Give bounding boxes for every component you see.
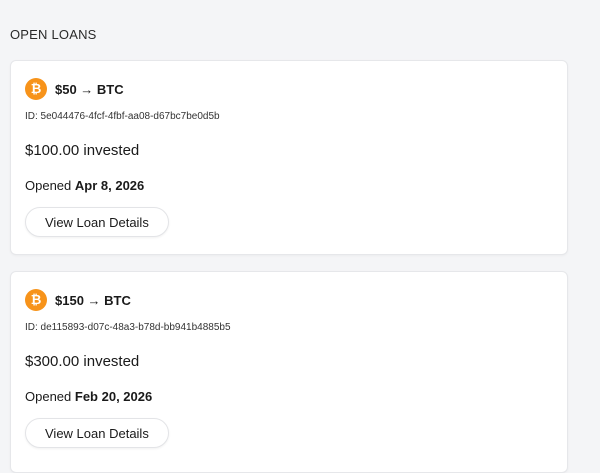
loan-amount-label: $50 → BTC xyxy=(55,81,124,97)
loan-header: ₿ $50 → BTC xyxy=(25,78,124,100)
loan-invested: $100.00 invested xyxy=(25,142,140,159)
loan-id: ID: 5e044476-4fcf-4fbf-aa08-d67bc7be0d5b xyxy=(25,111,220,122)
view-loan-details-button[interactable]: View Loan Details xyxy=(25,207,169,237)
opened-prefix: Opened xyxy=(25,389,72,404)
loan-card: ₿ $150 → BTC ID: de115893-d07c-48a3-b78d… xyxy=(10,271,568,473)
loan-invested: $300.00 invested xyxy=(25,353,140,370)
opened-date: Apr 8, 2026 xyxy=(74,178,145,193)
bitcoin-icon: ₿ xyxy=(25,78,47,100)
loan-id: ID: de115893-d07c-48a3-b78d-bb941b4885b5 xyxy=(25,322,231,333)
loan-card: ₿ $50 → BTC ID: 5e044476-4fcf-4fbf-aa08-… xyxy=(10,60,568,255)
loan-header: ₿ $150 → BTC xyxy=(25,289,131,311)
loan-opened: Opened Apr 8, 2026 xyxy=(25,178,144,193)
loan-amount-label: $150 → BTC xyxy=(55,292,131,308)
bitcoin-icon: ₿ xyxy=(25,289,47,311)
opened-prefix: Opened xyxy=(25,178,72,193)
loan-opened: Opened Feb 20, 2026 xyxy=(25,389,152,404)
section-title: OPEN LOANS xyxy=(10,27,97,42)
view-loan-details-button[interactable]: View Loan Details xyxy=(25,418,169,448)
opened-date: Feb 20, 2026 xyxy=(74,389,153,404)
